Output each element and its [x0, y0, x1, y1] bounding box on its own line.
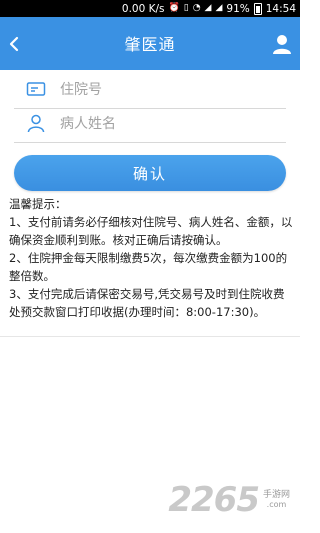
battery-percent: 91%	[226, 2, 250, 15]
watermark-number: 2265	[168, 480, 260, 520]
app-bar: 肇医通	[0, 17, 300, 70]
divider	[0, 336, 300, 337]
signal-icon: ◢	[204, 3, 212, 13]
tip-item-2: 2、住院押金每天限制缴费5次，每次缴费金额为100的整倍数。	[9, 251, 288, 283]
id-card-icon	[26, 82, 46, 96]
watermark-name: 手游网	[262, 490, 290, 500]
tip-item-3: 3、支付完成后请保密交易号,凭交易号及时到住院收费处预交款窗口打印收据(办理时间…	[9, 287, 285, 319]
watermark: 2265 手游网 .com	[168, 480, 290, 520]
watermark-site: .com	[266, 500, 287, 509]
tips-section: 温馨提示： 1、支付前请务必仔细核对住院号、病人姓名、金额，以确保资金顺利到账。…	[9, 195, 294, 321]
status-bar: 0.00 K/s ⏰ ▯ ◔ ◢ ◢ 91% 14:54	[0, 0, 300, 17]
patient-name-placeholder: 病人姓名	[60, 116, 116, 132]
confirm-button[interactable]: 确认	[14, 155, 286, 191]
clock: 14:54	[265, 2, 296, 15]
patient-name-field[interactable]: 病人姓名	[14, 104, 286, 143]
watermark-text: 手游网 .com	[263, 490, 290, 510]
tip-item-1: 1、支付前请务必仔细核对住院号、病人姓名、金额，以确保资金顺利到账。核对正确后请…	[9, 215, 293, 247]
person-icon	[27, 114, 45, 133]
vibrate-icon: ▯	[183, 3, 189, 13]
wifi-icon: ◔	[192, 3, 201, 13]
tips-heading: 温馨提示：	[9, 197, 67, 211]
hospital-number-placeholder: 住院号	[60, 82, 102, 98]
battery-icon	[253, 2, 262, 15]
alarm-icon: ⏰	[168, 3, 180, 13]
network-speed: 0.00 K/s	[121, 2, 165, 15]
user-profile-icon[interactable]	[271, 33, 293, 55]
page-title: 肇医通	[124, 35, 176, 54]
signal-icon-2: ◢	[215, 3, 223, 13]
